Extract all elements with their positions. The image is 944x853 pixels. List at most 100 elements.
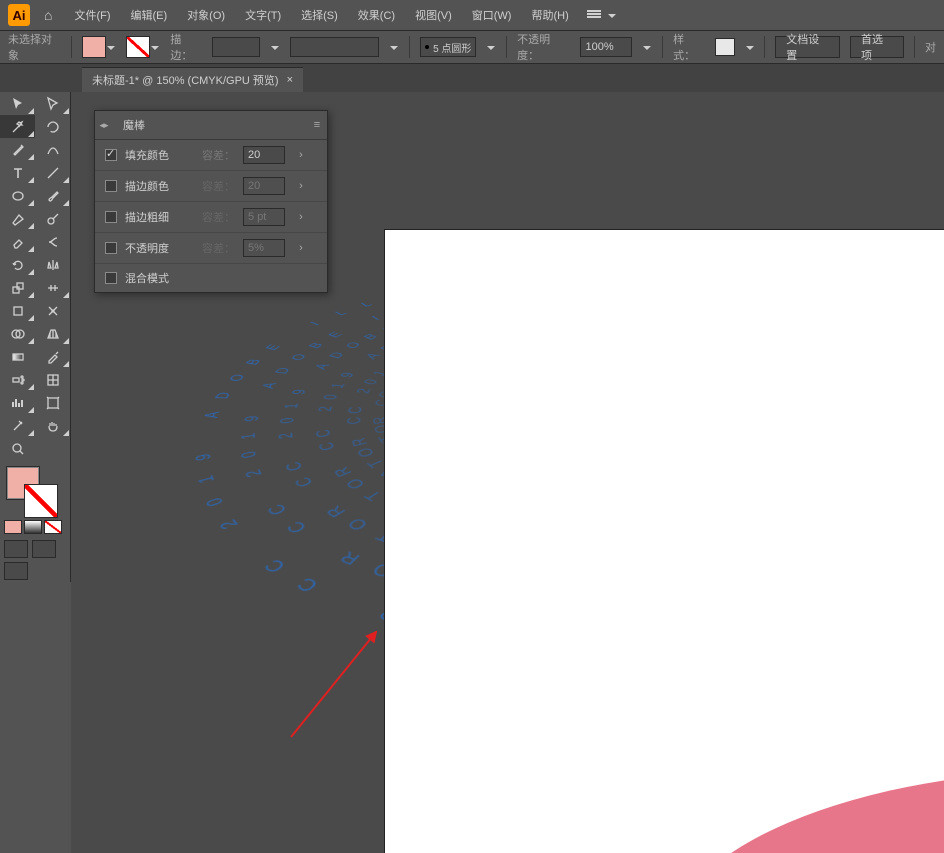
- chevron-down-icon[interactable]: [642, 42, 652, 52]
- artboard: [385, 230, 944, 853]
- stroke-weight-input[interactable]: [212, 37, 260, 57]
- line-segment-tool[interactable]: [35, 161, 70, 184]
- slice-tool[interactable]: [0, 414, 35, 437]
- menu-help[interactable]: 帮助(H): [531, 7, 568, 23]
- draw-behind[interactable]: [32, 540, 56, 558]
- menu-effect[interactable]: 效果(C): [358, 7, 395, 23]
- shaper-tool[interactable]: [0, 207, 35, 230]
- chevron-right-icon[interactable]: ›: [293, 149, 309, 161]
- panel-row: 描边颜色容差：›: [95, 171, 327, 202]
- stroke-swatch[interactable]: [126, 36, 150, 58]
- hand-tool[interactable]: [35, 414, 70, 437]
- reflect-tool[interactable]: [35, 253, 70, 276]
- document-tab[interactable]: 未标题-1* @ 150% (CMYK/GPU 预览) ×: [82, 67, 303, 92]
- checkbox[interactable]: [105, 180, 117, 192]
- gradient-tool[interactable]: [0, 345, 35, 368]
- annotation-arrow: [281, 622, 401, 742]
- chevron-down-icon[interactable]: [389, 42, 399, 52]
- panel-collapse-icon[interactable]: ◂▸: [95, 120, 113, 131]
- row-label: 填充颜色: [125, 147, 187, 163]
- panel-row: 描边粗细容差：›: [95, 202, 327, 233]
- menu-edit[interactable]: 编辑(E): [131, 7, 168, 23]
- ellipse-tool[interactable]: [0, 184, 35, 207]
- checkbox[interactable]: [105, 242, 117, 254]
- lasso-tool[interactable]: [35, 115, 70, 138]
- document-setup-button[interactable]: 文档设置: [775, 36, 840, 58]
- close-icon[interactable]: ×: [287, 74, 293, 86]
- row-label: 描边颜色: [125, 178, 187, 194]
- home-icon[interactable]: ⌂: [44, 7, 52, 23]
- preferences-button[interactable]: 首选项: [850, 36, 904, 58]
- panel-title[interactable]: 魔棒: [113, 111, 155, 139]
- menu-bar: Ai ⌂ 文件(F) 编辑(E) 对象(O) 文字(T) 选择(S) 效果(C)…: [0, 0, 944, 30]
- magic-wand-tool[interactable]: [0, 115, 35, 138]
- chevron-down-icon[interactable]: [745, 42, 755, 52]
- panel-row: 填充颜色容差： ›: [95, 140, 327, 171]
- pen-tool[interactable]: [0, 138, 35, 161]
- chevron-down-icon[interactable]: [270, 42, 280, 52]
- color-mode-swatch[interactable]: [4, 520, 22, 534]
- gradient-mode-swatch[interactable]: [24, 520, 42, 534]
- shape-builder-tool[interactable]: [0, 322, 35, 345]
- panel-row: 混合模式: [95, 264, 327, 292]
- perspective-grid-tool[interactable]: [35, 322, 70, 345]
- tolerance-label: 容差：: [195, 178, 235, 194]
- menu-window[interactable]: 窗口(W): [472, 7, 512, 23]
- workspace-switcher[interactable]: [587, 9, 617, 21]
- paintbrush-tool[interactable]: [35, 184, 70, 207]
- mesh-tool[interactable]: [35, 368, 70, 391]
- tools-panel: [0, 92, 71, 582]
- chevron-down-icon[interactable]: [486, 42, 496, 52]
- blob-brush-tool[interactable]: [35, 207, 70, 230]
- selection-tool[interactable]: [0, 92, 35, 115]
- scissors-tool[interactable]: [35, 230, 70, 253]
- checkbox[interactable]: [105, 211, 117, 223]
- direct-selection-tool[interactable]: [35, 92, 70, 115]
- magic-wand-panel: ◂▸ 魔棒 ≡ 填充颜色容差：›描边颜色容差：›描边粗细容差：›不透明度容差：›…: [94, 110, 328, 293]
- screen-mode[interactable]: [4, 562, 28, 580]
- chevron-right-icon: ›: [293, 242, 309, 254]
- variable-width-profile[interactable]: [290, 37, 379, 57]
- menu-view[interactable]: 视图(V): [415, 7, 452, 23]
- symbol-sprayer-tool[interactable]: [0, 368, 35, 391]
- checkbox[interactable]: [105, 272, 117, 284]
- draw-normal[interactable]: [4, 540, 28, 558]
- menu-file[interactable]: 文件(F): [74, 7, 110, 23]
- none-mode-swatch[interactable]: [44, 520, 62, 534]
- chevron-right-icon: ›: [293, 211, 309, 223]
- scale-tool[interactable]: [0, 276, 35, 299]
- eraser-tool[interactable]: [0, 230, 35, 253]
- row-label: 不透明度: [125, 240, 187, 256]
- align-label[interactable]: 对: [925, 39, 936, 55]
- artboard-tool[interactable]: [35, 391, 70, 414]
- rotate-tool[interactable]: [0, 253, 35, 276]
- menu-select[interactable]: 选择(S): [301, 7, 338, 23]
- fill-stroke-control[interactable]: [0, 466, 70, 516]
- brush-definition[interactable]: 5 点圆形: [420, 37, 476, 57]
- panel-menu-icon[interactable]: ≡: [307, 119, 327, 131]
- width-tool[interactable]: [35, 276, 70, 299]
- zoom-tool[interactable]: [0, 437, 35, 460]
- tolerance-input: [243, 177, 285, 195]
- menu-object[interactable]: 对象(O): [187, 7, 225, 23]
- opacity-input[interactable]: [580, 37, 632, 57]
- curvature-tool[interactable]: [35, 138, 70, 161]
- graphic-style-swatch[interactable]: [715, 38, 734, 56]
- type-tool[interactable]: [0, 161, 35, 184]
- row-label: 描边粗细: [125, 209, 187, 225]
- stroke-color-swatch[interactable]: [24, 484, 58, 518]
- tolerance-label: 容差：: [195, 240, 235, 256]
- column-graph-tool[interactable]: [0, 391, 35, 414]
- chevron-down-icon[interactable]: [150, 42, 160, 52]
- tolerance-label: 容差：: [195, 147, 235, 163]
- document-tab-title: 未标题-1* @ 150% (CMYK/GPU 预览): [92, 72, 279, 88]
- fill-swatch[interactable]: [82, 36, 106, 58]
- tolerance-input[interactable]: [243, 146, 285, 164]
- tolerance-input: [243, 239, 285, 257]
- checkbox[interactable]: [105, 149, 117, 161]
- eyedropper-tool[interactable]: [35, 345, 70, 368]
- menu-type[interactable]: 文字(T): [245, 7, 281, 23]
- chevron-down-icon[interactable]: [106, 42, 116, 52]
- free-transform-tool[interactable]: [0, 299, 35, 322]
- puppet-warp-tool[interactable]: [35, 299, 70, 322]
